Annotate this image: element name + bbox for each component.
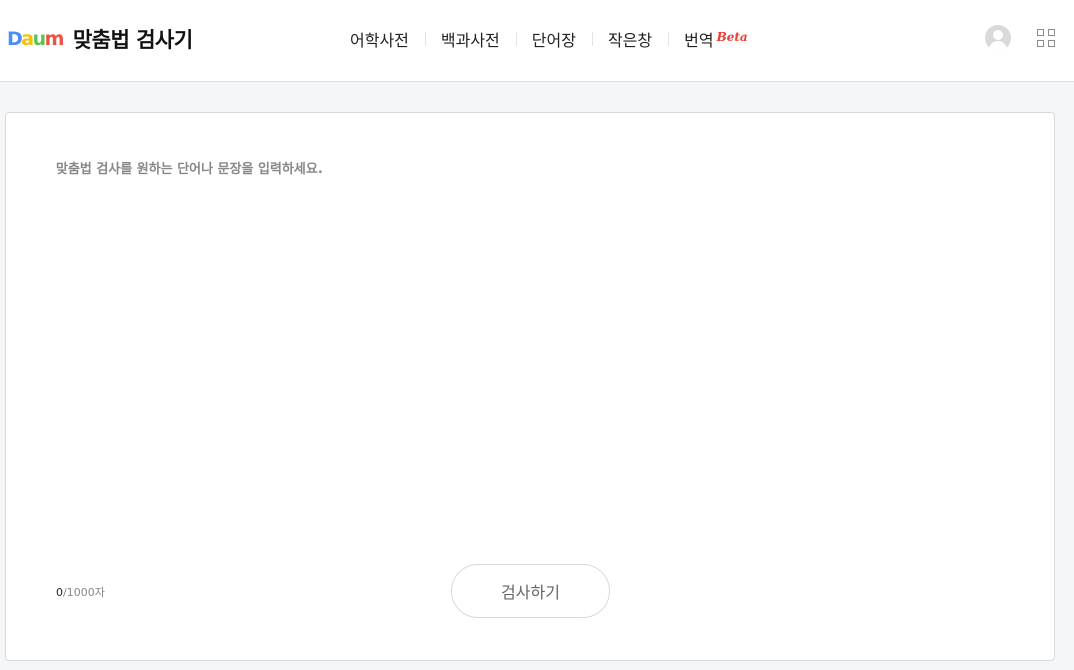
- char-count-max: /1000자: [63, 586, 105, 599]
- grid-cell: [1048, 40, 1055, 47]
- nav-item-small-window[interactable]: 작은창: [591, 27, 668, 51]
- grid-cell: [1037, 40, 1044, 47]
- nav-item-label: 백과사전: [440, 31, 500, 50]
- spell-check-input[interactable]: [56, 160, 1006, 540]
- grid-cell: [1037, 29, 1044, 36]
- nav-item-dictionary[interactable]: 어학사전: [334, 27, 425, 51]
- avatar-head: [993, 30, 1003, 40]
- char-counter: 0/1000자: [56, 584, 105, 600]
- app-grid-icon[interactable]: [1037, 29, 1055, 47]
- logo-letter-u: u: [32, 28, 47, 50]
- nav-item-label: 번역: [684, 31, 714, 50]
- nav-item-label: 작은창: [607, 31, 653, 50]
- service-title: 맞춤법 검사기: [72, 28, 193, 52]
- global-nav: 어학사전 백과사전 단어장 작은창 번역 Beta: [334, 27, 764, 51]
- logo-letter-m: m: [44, 28, 65, 50]
- header: D a u m 맞춤법 검사기 어학사전 백과사전 단어장 작은창 번역 Beta: [0, 0, 1074, 82]
- char-count-current: 0: [56, 586, 63, 599]
- logo-letter-d: D: [7, 28, 23, 50]
- nav-item-label: 단어장: [531, 31, 576, 50]
- spell-check-panel: 0/1000자 검사하기: [5, 112, 1055, 661]
- user-avatar-icon[interactable]: [985, 25, 1011, 51]
- daum-logo[interactable]: D a u m 맞춤법 검사기: [7, 26, 193, 52]
- beta-badge: Beta: [716, 30, 748, 44]
- nav-item-translate[interactable]: 번역 Beta: [668, 27, 764, 51]
- nav-item-encyclopedia[interactable]: 백과사전: [424, 27, 516, 51]
- grid-cell: [1048, 29, 1055, 36]
- daum-wordmark: D a u m: [7, 28, 65, 50]
- nav-item-label: 어학사전: [350, 31, 409, 50]
- check-button[interactable]: 검사하기: [451, 564, 610, 618]
- logo-letter-a: a: [21, 28, 34, 50]
- nav-item-wordbook[interactable]: 단어장: [515, 27, 592, 51]
- avatar-body: [989, 41, 1007, 51]
